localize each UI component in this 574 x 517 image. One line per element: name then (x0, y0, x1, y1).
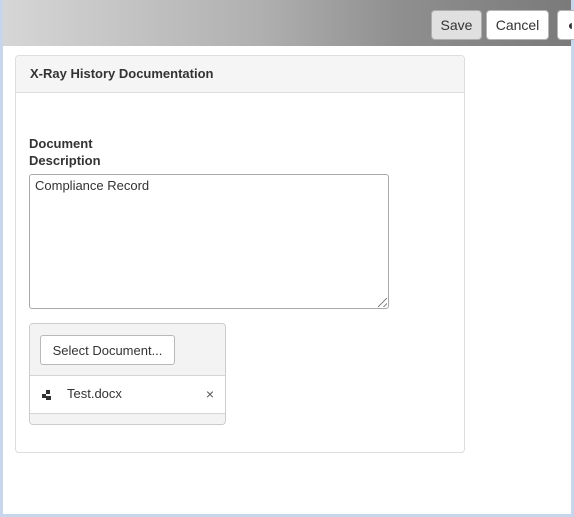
panel-title: X-Ray History Documentation (16, 56, 464, 93)
description-label: Document Description (29, 135, 149, 169)
overflow-button[interactable]: ◖ (557, 10, 574, 40)
description-textarea[interactable]: Compliance Record (29, 174, 389, 309)
file-name: Test.docx (67, 386, 122, 401)
description-label-line1: Document (29, 136, 93, 151)
resize-handle-icon[interactable] (378, 298, 387, 307)
cancel-button[interactable]: Cancel (486, 10, 549, 40)
description-label-line2: Description (29, 153, 101, 168)
document-upload: Select Document... Test.docx × (29, 323, 226, 425)
upload-header: Select Document... (30, 324, 225, 376)
documentation-panel: X-Ray History Documentation Document Des… (15, 55, 465, 453)
upload-footer (30, 414, 225, 424)
save-button[interactable]: Save (431, 10, 482, 40)
close-icon[interactable]: × (206, 386, 214, 402)
description-value: Compliance Record (35, 178, 150, 193)
file-type-icon (42, 390, 52, 400)
file-list-item: Test.docx × (30, 376, 225, 414)
select-document-button[interactable]: Select Document... (40, 335, 175, 365)
